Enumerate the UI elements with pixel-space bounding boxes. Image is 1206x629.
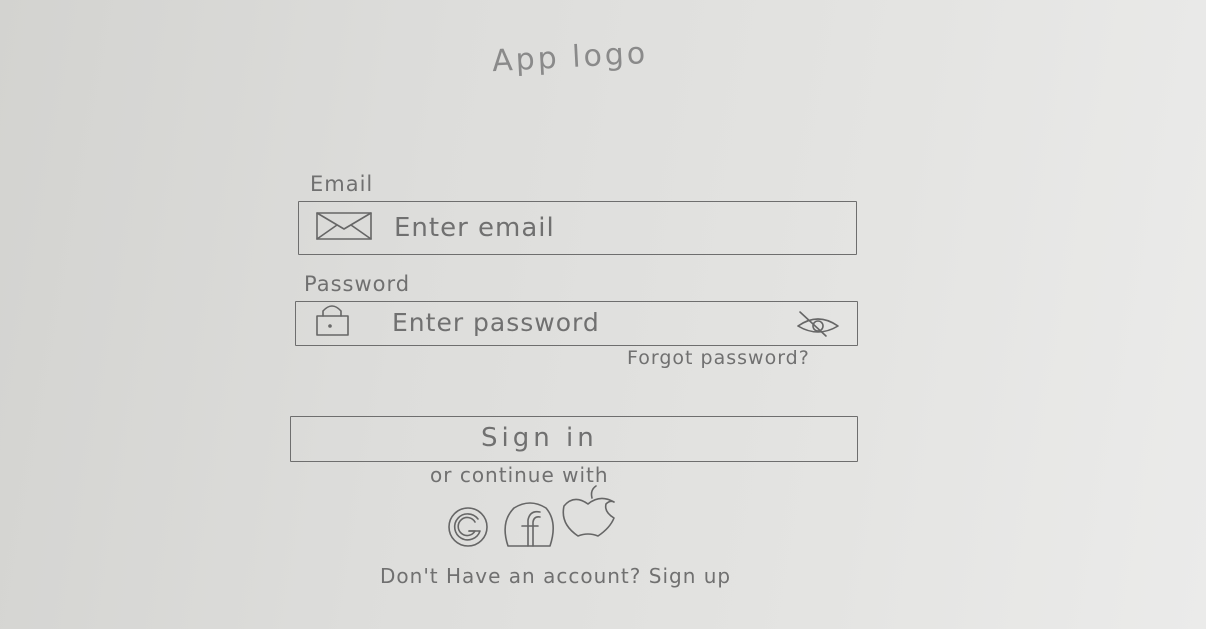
sign-in-label: Sign in xyxy=(481,423,598,453)
signup-row: Don't Have an account? Sign up xyxy=(380,564,731,588)
facebook-icon[interactable] xyxy=(500,502,558,548)
email-label: Email xyxy=(310,172,374,196)
lock-icon xyxy=(316,305,349,336)
signup-link[interactable]: Sign up xyxy=(649,564,731,588)
app-logo: App logo xyxy=(491,35,650,80)
signup-prompt: Don't Have an account? xyxy=(380,564,642,588)
apple-icon[interactable] xyxy=(560,482,618,542)
forgot-password-link[interactable]: Forgot password? xyxy=(627,347,810,369)
sign-in-button[interactable]: Sign in xyxy=(290,416,858,462)
email-placeholder: Enter email xyxy=(394,213,555,243)
envelope-icon xyxy=(316,212,372,240)
eye-slash-icon[interactable] xyxy=(796,310,840,338)
password-placeholder: Enter password xyxy=(392,308,600,337)
password-label: Password xyxy=(304,272,411,296)
google-icon[interactable] xyxy=(448,505,492,549)
password-field[interactable]: Enter password xyxy=(295,301,858,346)
email-field[interactable]: Enter email xyxy=(298,201,857,255)
